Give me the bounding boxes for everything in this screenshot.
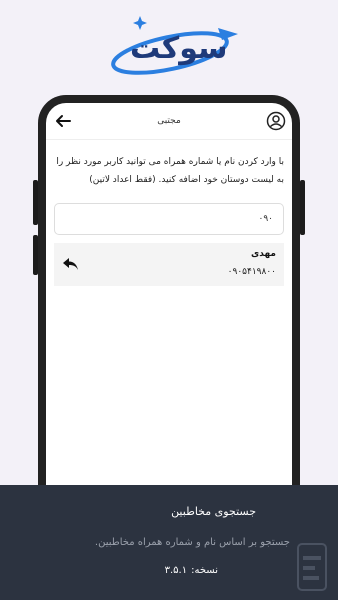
search-input[interactable]: ۰۹۰: [54, 203, 284, 235]
feature-description: جستجو بر اساس نام و شماره همراه مخاطبین.: [94, 537, 290, 548]
sparkle-icon: [133, 16, 147, 30]
app-topbar: مجتبی: [46, 103, 292, 140]
instruction-text: با وارد کردن نام یا شماره همراه می توانی…: [56, 157, 284, 185]
app-logo: سوکت: [0, 0, 338, 95]
app-screen: مجتبی با وارد کردن نام یا شماره همراه می…: [46, 103, 292, 485]
version-prefix: نسخه:: [191, 565, 218, 576]
feature-caption: جستجوی مخاطبین جستجو بر اساس نام و شماره…: [0, 485, 338, 600]
version-label: نسخه:۳.۵.۱: [161, 565, 218, 576]
back-arrow-icon[interactable]: [54, 112, 72, 130]
phone-side-button: [300, 180, 305, 235]
reply-icon[interactable]: [62, 255, 80, 273]
logo-graphic: سوکت: [111, 16, 238, 75]
feature-heading: جستجوی مخاطبین: [171, 505, 256, 518]
contact-name: مهدی: [251, 249, 276, 259]
phone-volume-button: [33, 235, 38, 275]
phone-volume-button: [33, 180, 38, 225]
phone-frame: مجتبی با وارد کردن نام یا شماره همراه می…: [33, 95, 305, 485]
bazaar-logo-icon: [297, 543, 327, 591]
contact-list-item[interactable]: مهدی ۰۹۰۵۴۱۹۸۰۰: [54, 243, 284, 286]
logo-text: سوکت: [130, 31, 228, 66]
page-title: مجتبی: [157, 116, 181, 126]
version-number: ۳.۵.۱: [164, 565, 188, 576]
user-avatar-icon[interactable]: [266, 111, 286, 131]
contact-phone: ۰۹۰۵۴۱۹۸۰۰: [227, 267, 276, 277]
